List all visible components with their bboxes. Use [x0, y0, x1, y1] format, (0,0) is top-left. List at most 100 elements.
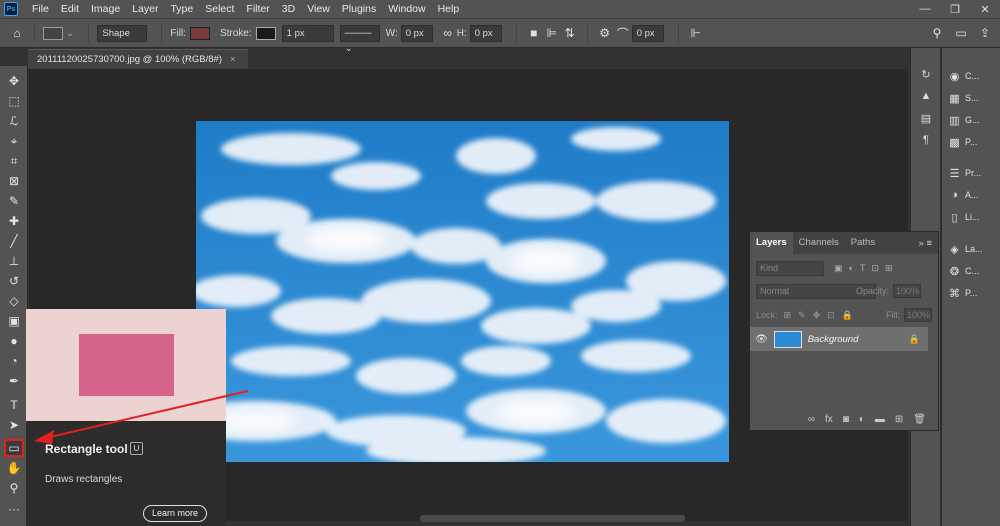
home-icon[interactable]: ⌂: [8, 24, 26, 42]
sky-image: [196, 121, 729, 462]
filter-icons[interactable]: ▣◐T⊡⊞: [834, 263, 899, 274]
menu-view[interactable]: View: [301, 0, 336, 18]
dock-libraries[interactable]: ▯ Li...: [948, 209, 979, 225]
menu-window[interactable]: Window: [382, 0, 431, 18]
quick-select-icon[interactable]: ⌖: [4, 132, 24, 150]
menu-filter[interactable]: Filter: [240, 0, 275, 18]
menu-layer[interactable]: Layer: [126, 0, 164, 18]
stroke-swatch[interactable]: [255, 26, 276, 40]
tooltip-preview: [26, 309, 226, 421]
link-icon[interactable]: ∞: [439, 24, 457, 42]
kind-filter-select[interactable]: Kind: [756, 261, 824, 276]
menu-image[interactable]: Image: [85, 0, 126, 18]
menu-file[interactable]: File: [26, 0, 55, 18]
workspace-icon[interactable]: ▭: [952, 24, 970, 42]
maximize-button[interactable]: ❐: [940, 3, 970, 16]
shape-mode-select[interactable]: Shape: [97, 24, 148, 42]
close-tab-icon[interactable]: ×: [230, 54, 236, 65]
height-field[interactable]: 0 px: [469, 24, 502, 42]
adjustment-layer-icon[interactable]: ◐: [859, 414, 865, 425]
actions-icon[interactable]: ▲: [919, 90, 933, 104]
minimize-button[interactable]: —: [910, 3, 940, 16]
mask-icon[interactable]: ◙: [843, 414, 849, 425]
width-field[interactable]: 0 px: [400, 24, 433, 42]
move-tool-icon[interactable]: ✥: [4, 72, 24, 90]
corner-radius-icon: ⌒: [616, 26, 629, 41]
lasso-tool-icon[interactable]: ℒ: [4, 112, 24, 130]
menu-type[interactable]: Type: [164, 0, 199, 18]
adjustments-icon: ◑: [951, 189, 958, 201]
menu-plugins[interactable]: Plugins: [336, 0, 382, 18]
trash-icon[interactable]: 🗑: [913, 414, 926, 425]
close-window-button[interactable]: ✕: [970, 3, 1000, 16]
photoshop-logo: Ps: [4, 2, 18, 16]
dock-layers[interactable]: ◈ La...: [948, 241, 982, 257]
dock-adjustments[interactable]: ◑ A...: [948, 187, 978, 203]
corner-radius-field[interactable]: 0 px: [631, 24, 664, 42]
stroke-type-select[interactable]: ──── ⌄: [339, 24, 380, 54]
visibility-eye-icon[interactable]: 👁: [755, 334, 768, 345]
path-select-icon[interactable]: ➤: [4, 416, 24, 434]
pen-tool-icon[interactable]: ✒: [4, 372, 24, 390]
dock-swatches[interactable]: ▦ S...: [948, 90, 978, 106]
zoom-tool-icon[interactable]: ⚲: [4, 479, 24, 497]
gradient-tool-icon[interactable]: ▣: [4, 312, 24, 330]
tab-paths[interactable]: Paths: [845, 232, 881, 254]
path-alignment-icon[interactable]: ⊫: [543, 24, 561, 42]
fill-field[interactable]: 100%: [904, 308, 932, 322]
align-edges-icon[interactable]: ⊩: [687, 24, 705, 42]
eyedropper-icon[interactable]: ✎: [4, 192, 24, 210]
document-title: 20111120025730700.jpg @ 100% (RGB/8#): [37, 54, 222, 65]
gear-icon[interactable]: ⚙: [596, 24, 614, 42]
layer-row-background[interactable]: 👁 Background 🔒: [750, 327, 928, 351]
menu-help[interactable]: Help: [432, 0, 466, 18]
lock-icons[interactable]: ⊞✎✥⊡🔒: [784, 310, 860, 321]
fx-icon[interactable]: fx: [825, 414, 833, 425]
learn-more-button[interactable]: Learn more: [143, 505, 207, 522]
tool-preset-picker[interactable]: ⌄: [43, 26, 74, 40]
history-icon[interactable]: ↻: [919, 68, 933, 82]
rectangle-tool-icon[interactable]: ▭: [4, 439, 24, 457]
horizontal-scrollbar[interactable]: [420, 515, 685, 522]
blur-tool-icon[interactable]: ●: [4, 332, 24, 350]
panel-collapse-icon[interactable]: » ≡: [913, 238, 938, 249]
fill-swatch[interactable]: [189, 26, 210, 40]
tooltip-description: Draws rectangles: [45, 474, 123, 485]
brush-tool-icon[interactable]: ╱: [4, 232, 24, 250]
link-layers-icon[interactable]: ∞: [808, 414, 815, 425]
path-operations-icon[interactable]: ■: [525, 24, 543, 42]
menu-edit[interactable]: Edit: [55, 0, 85, 18]
dock-channels[interactable]: ❂ C...: [948, 263, 979, 279]
comments-icon[interactable]: ▤: [919, 112, 933, 126]
stroke-width-field[interactable]: 1 px: [281, 24, 334, 42]
glyphs-icon[interactable]: ¶: [919, 134, 933, 148]
document-tab[interactable]: 20111120025730700.jpg @ 100% (RGB/8#) ×: [28, 49, 248, 69]
clone-stamp-icon[interactable]: ⊥: [4, 252, 24, 270]
new-layer-icon[interactable]: ⊞: [895, 414, 903, 425]
path-arrangement-icon[interactable]: ⇅: [561, 24, 579, 42]
dock-paths[interactable]: ⌘ P...: [948, 285, 977, 301]
dodge-tool-icon[interactable]: ◔: [4, 352, 24, 370]
tab-channels[interactable]: Channels: [793, 232, 845, 254]
frame-tool-icon[interactable]: ⊠: [4, 172, 24, 190]
marquee-tool-icon[interactable]: ⬚: [4, 92, 24, 110]
search-icon[interactable]: ⚲: [928, 24, 946, 42]
history-brush-icon[interactable]: ↺: [4, 272, 24, 290]
opacity-field[interactable]: 100%: [893, 284, 922, 298]
more-tools-icon[interactable]: ···: [4, 500, 24, 518]
dock-color[interactable]: ◉ C...: [948, 68, 979, 84]
crop-tool-icon[interactable]: ⌗: [4, 152, 24, 170]
group-folder-icon[interactable]: ▬: [875, 414, 885, 425]
menu-3d[interactable]: 3D: [276, 0, 301, 18]
type-tool-icon[interactable]: T: [4, 396, 24, 414]
hand-tool-icon[interactable]: ✋: [4, 459, 24, 477]
options-bar: ⌂ ⌄ Shape Fill: Stroke: 1 px ──── ⌄ W: 0…: [0, 18, 1000, 54]
healing-brush-icon[interactable]: ✚: [4, 212, 24, 230]
share-icon[interactable]: ⇪: [976, 24, 994, 42]
eraser-icon[interactable]: ◇: [4, 292, 24, 310]
dock-properties[interactable]: ☰ Pr...: [948, 165, 981, 181]
dock-patterns[interactable]: ▩ P...: [948, 134, 977, 150]
menu-select[interactable]: Select: [199, 0, 240, 18]
dock-gradients[interactable]: ▥ G...: [948, 112, 979, 128]
tab-layers[interactable]: Layers: [750, 232, 793, 254]
